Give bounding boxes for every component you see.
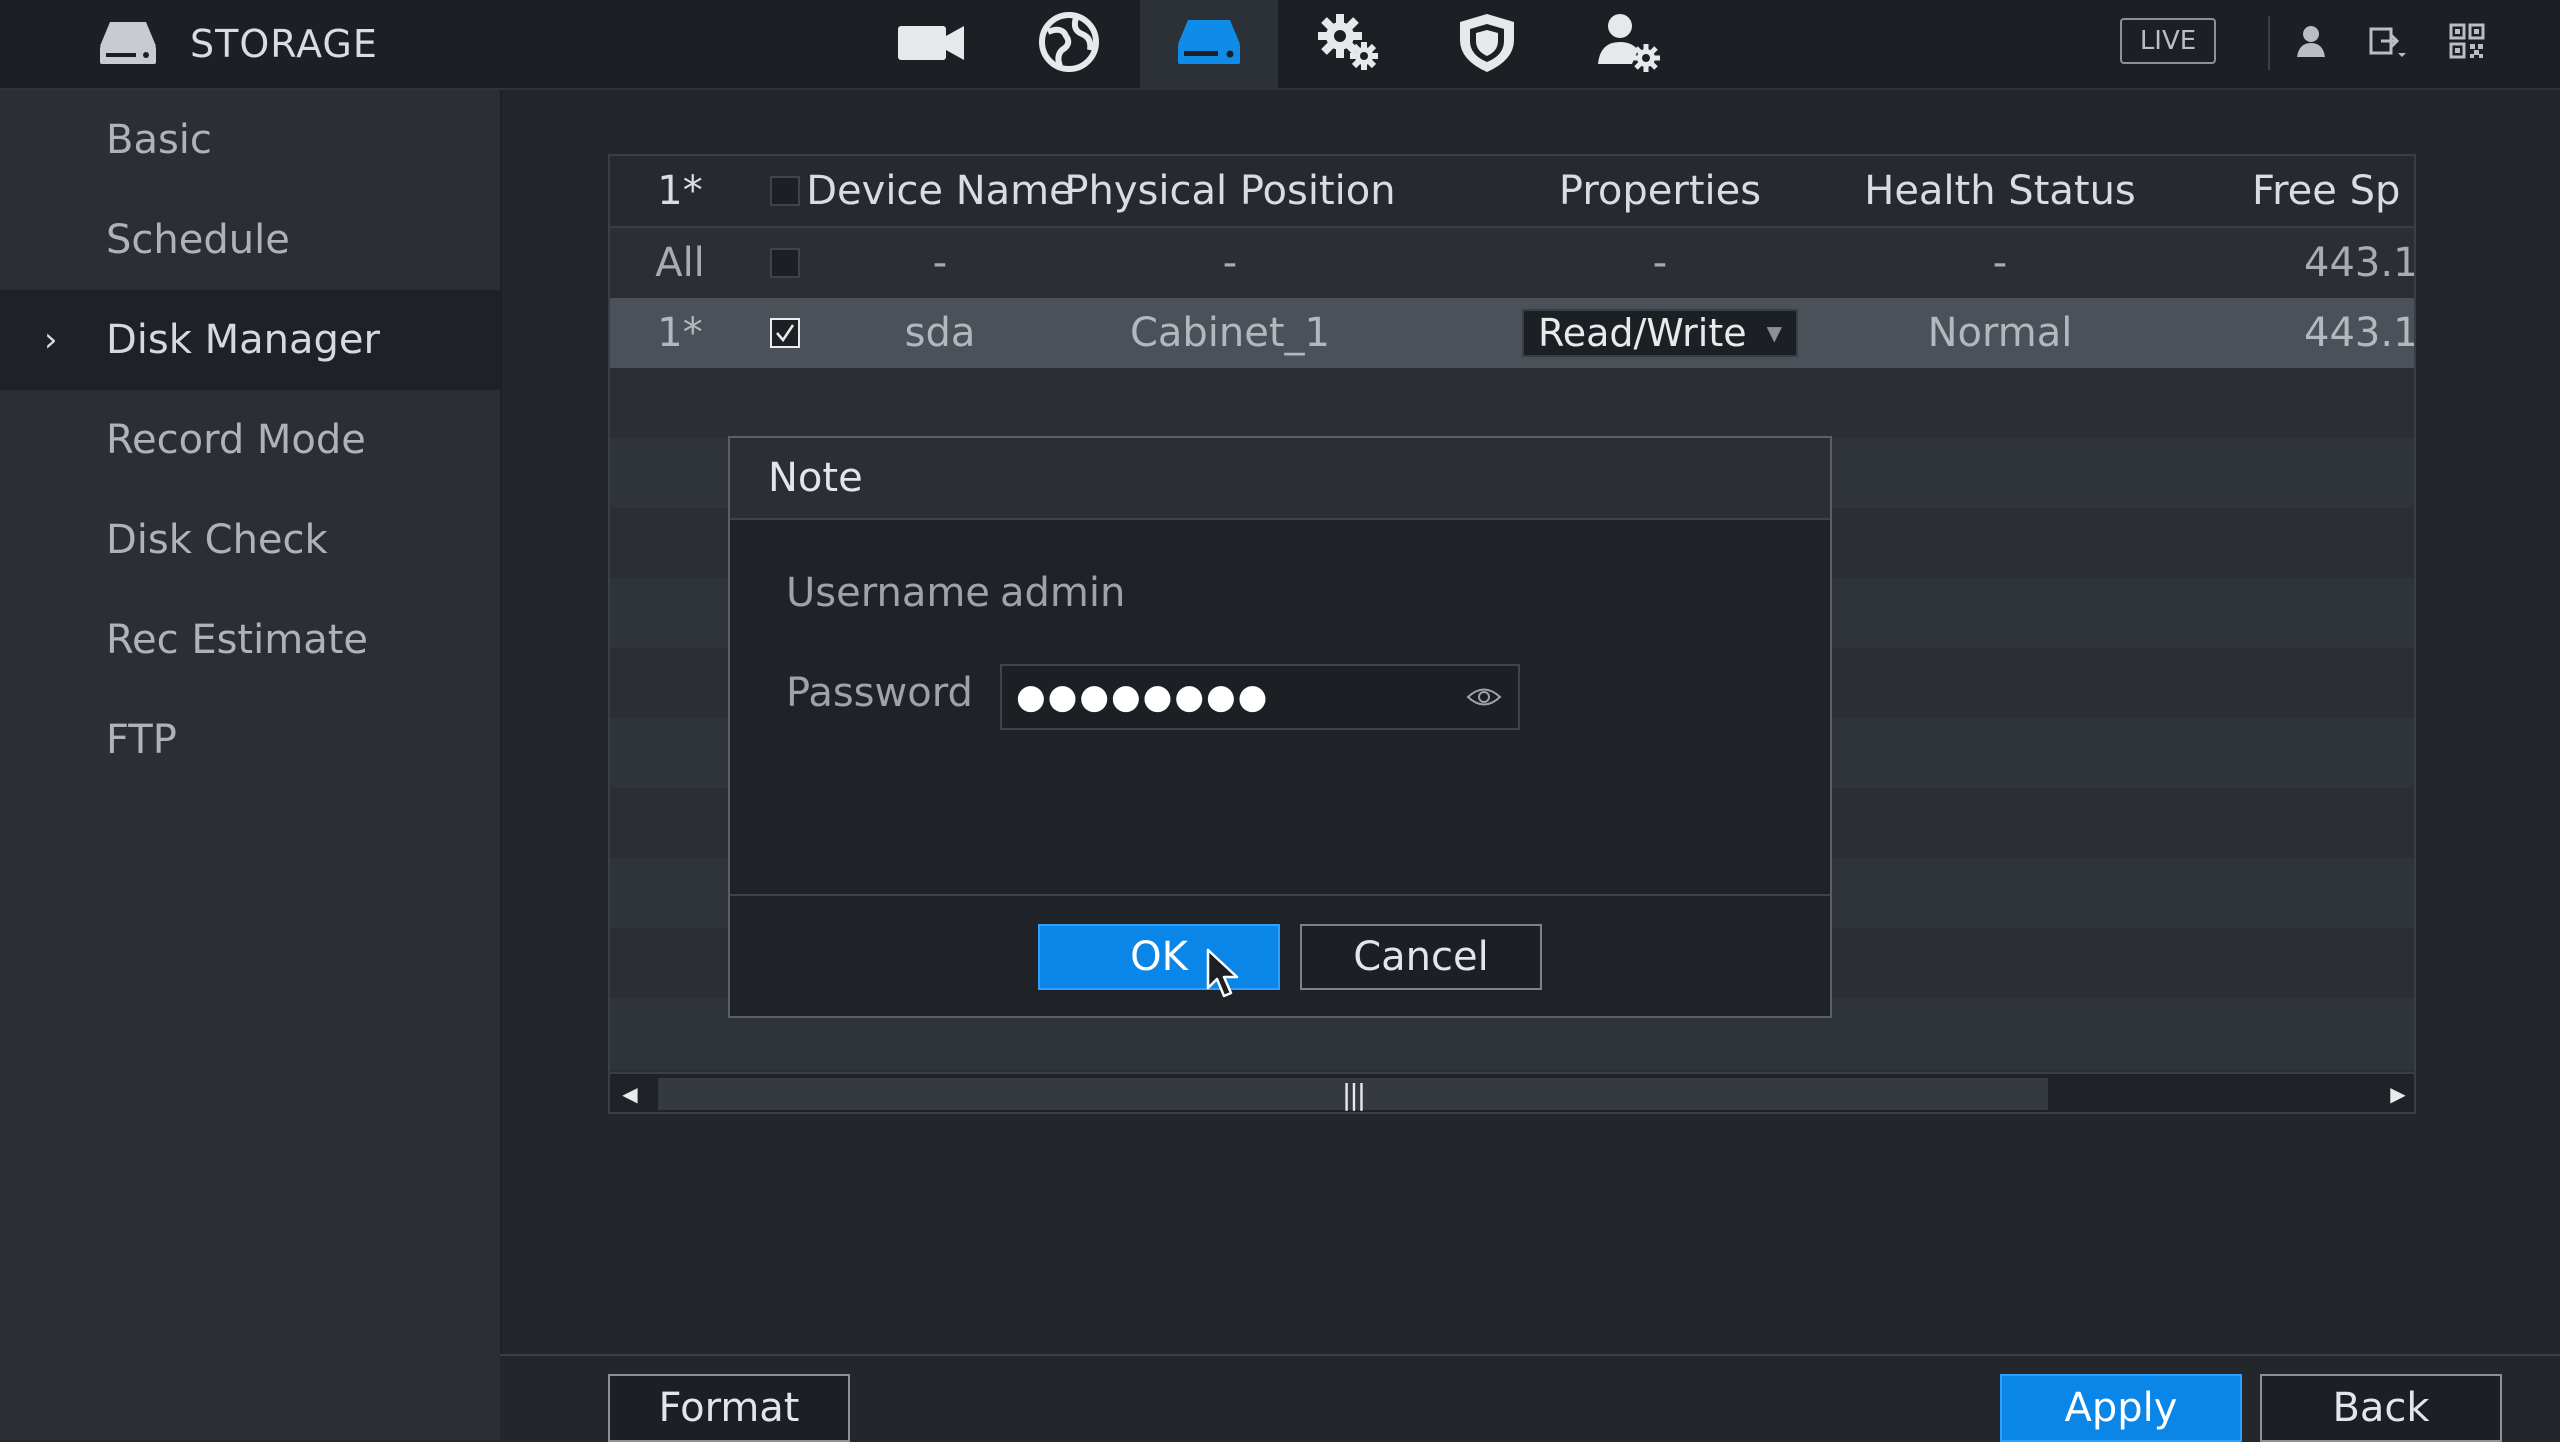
nav-system[interactable] <box>1280 0 1418 88</box>
row-checkbox-cell <box>750 298 820 368</box>
nav-account[interactable] <box>1560 0 1698 88</box>
storage-hdd-icon <box>96 16 160 72</box>
sidebar-item-disk-check[interactable]: Disk Check <box>0 490 500 590</box>
header-health-status: Health Status <box>1864 168 2136 214</box>
row-number: 1* <box>657 310 703 356</box>
username-label: Username <box>786 570 990 616</box>
header-device-name: Device Name <box>806 168 1074 214</box>
chevron-right-icon: › <box>44 320 58 360</box>
sidebar-item-schedule[interactable]: Schedule <box>0 190 500 290</box>
password-mask: ●●●●●●●● <box>1016 677 1270 717</box>
header-free-space: Free Sp <box>2252 168 2401 214</box>
header-physical-position: Physical Position <box>1064 168 1396 214</box>
checkmark-icon <box>776 324 795 343</box>
brand: STORAGE <box>96 0 378 88</box>
sidebar-item-ftp[interactable]: FTP <box>0 690 500 790</box>
mouse-cursor-icon <box>1206 948 1240 1000</box>
select-all-checkbox[interactable] <box>770 176 800 206</box>
bottom-bar: Format Apply Back <box>500 1354 2560 1442</box>
camera-icon <box>894 10 968 78</box>
format-button[interactable]: Format <box>608 1374 850 1442</box>
sidebar-item-rec-estimate[interactable]: Rec Estimate <box>0 590 500 690</box>
header-number[interactable]: 1* <box>610 156 750 226</box>
top-bar: STORAGE LIVE <box>0 0 2560 90</box>
sidebar-item-label: Rec Estimate <box>106 617 368 663</box>
sidebar-item-label: Schedule <box>106 217 290 263</box>
logout-button[interactable] <box>2362 20 2412 66</box>
note-dialog: Note Username admin Password ●●●●●●●● OK… <box>728 436 1832 1018</box>
sidebar-item-label: Disk Manager <box>106 317 380 363</box>
row-number: All <box>655 240 705 286</box>
page-title: STORAGE <box>190 22 378 66</box>
sidebar-item-label: Basic <box>106 117 212 163</box>
scroll-thumb[interactable]: ||| <box>658 1078 2048 1111</box>
row-health-status: Normal <box>1927 310 2073 356</box>
dialog-title: Note <box>768 455 863 501</box>
sidebar: Basic Schedule › Disk Manager Record Mod… <box>0 90 502 1440</box>
sidebar-item-label: Record Mode <box>106 417 366 463</box>
logout-icon <box>2367 21 2407 65</box>
row-checkbox[interactable] <box>770 318 800 348</box>
horizontal-scrollbar[interactable]: ◀ ||| ▶ <box>610 1072 2414 1112</box>
user-button[interactable] <box>2286 20 2336 66</box>
row-device-name: sda <box>904 310 976 356</box>
properties-value: Read/Write <box>1538 311 1747 355</box>
dialog-footer: OK Cancel <box>730 894 1830 1018</box>
nav-network[interactable] <box>1000 0 1138 88</box>
properties-dropdown[interactable]: Read/Write ▼ <box>1522 309 1798 357</box>
account-gear-icon <box>1592 10 1666 78</box>
sidebar-item-label: FTP <box>106 717 177 763</box>
dialog-header: Note <box>730 438 1830 520</box>
apply-button[interactable]: Apply <box>2000 1374 2242 1442</box>
toolbar-divider <box>2268 16 2270 70</box>
password-field[interactable]: ●●●●●●●● <box>1000 664 1520 730</box>
header-properties: Properties <box>1558 168 1762 214</box>
password-label: Password <box>786 670 973 716</box>
sidebar-item-disk-manager[interactable]: › Disk Manager <box>0 290 500 390</box>
nav-camera[interactable] <box>862 0 1000 88</box>
sidebar-item-record-mode[interactable]: Record Mode <box>0 390 500 490</box>
nav-security[interactable] <box>1418 0 1556 88</box>
row-checkbox-cell <box>750 228 820 298</box>
user-icon <box>2291 21 2331 65</box>
scroll-left-icon[interactable]: ◀ <box>610 1074 650 1112</box>
sidebar-item-basic[interactable]: Basic <box>0 90 500 190</box>
row-health-status: - <box>1992 240 2008 286</box>
row-device-name: - <box>932 240 948 286</box>
row-free-space: 443.1 <box>2304 240 2416 286</box>
qr-code-button[interactable] <box>2442 20 2492 66</box>
dropdown-arrow-icon: ▼ <box>1766 321 1782 345</box>
table-row[interactable]: 1* sda Cabinet_1 Read/Write ▼ Normal 443… <box>610 298 2416 368</box>
row-physical-position: - <box>1222 240 1238 286</box>
ok-button[interactable]: OK <box>1038 924 1280 990</box>
row-free-space: 443.1 <box>2304 310 2416 356</box>
cancel-button[interactable]: Cancel <box>1300 924 1542 990</box>
security-shield-icon <box>1450 10 1524 78</box>
storage-drive-icon <box>1172 10 1246 78</box>
row-properties-cell: Read/Write ▼ <box>1522 298 1798 368</box>
eye-icon[interactable] <box>1466 682 1502 712</box>
network-globe-icon <box>1032 10 1106 78</box>
table-row[interactable]: All - - - - 443.1 <box>610 228 2416 298</box>
system-gears-icon <box>1312 10 1386 78</box>
nav-storage[interactable] <box>1140 0 1278 88</box>
username-value: admin <box>1000 570 1126 616</box>
back-button[interactable]: Back <box>2260 1374 2502 1442</box>
scroll-right-icon[interactable]: ▶ <box>2378 1074 2414 1112</box>
row-checkbox[interactable] <box>770 248 800 278</box>
row-properties: - <box>1652 240 1668 286</box>
table-header: 1* Device Name Physical Position Propert… <box>610 156 2414 228</box>
sidebar-item-label: Disk Check <box>106 517 328 563</box>
live-button[interactable]: LIVE <box>2120 18 2216 64</box>
qr-code-icon <box>2447 21 2487 65</box>
row-physical-position: Cabinet_1 <box>1129 310 1331 356</box>
